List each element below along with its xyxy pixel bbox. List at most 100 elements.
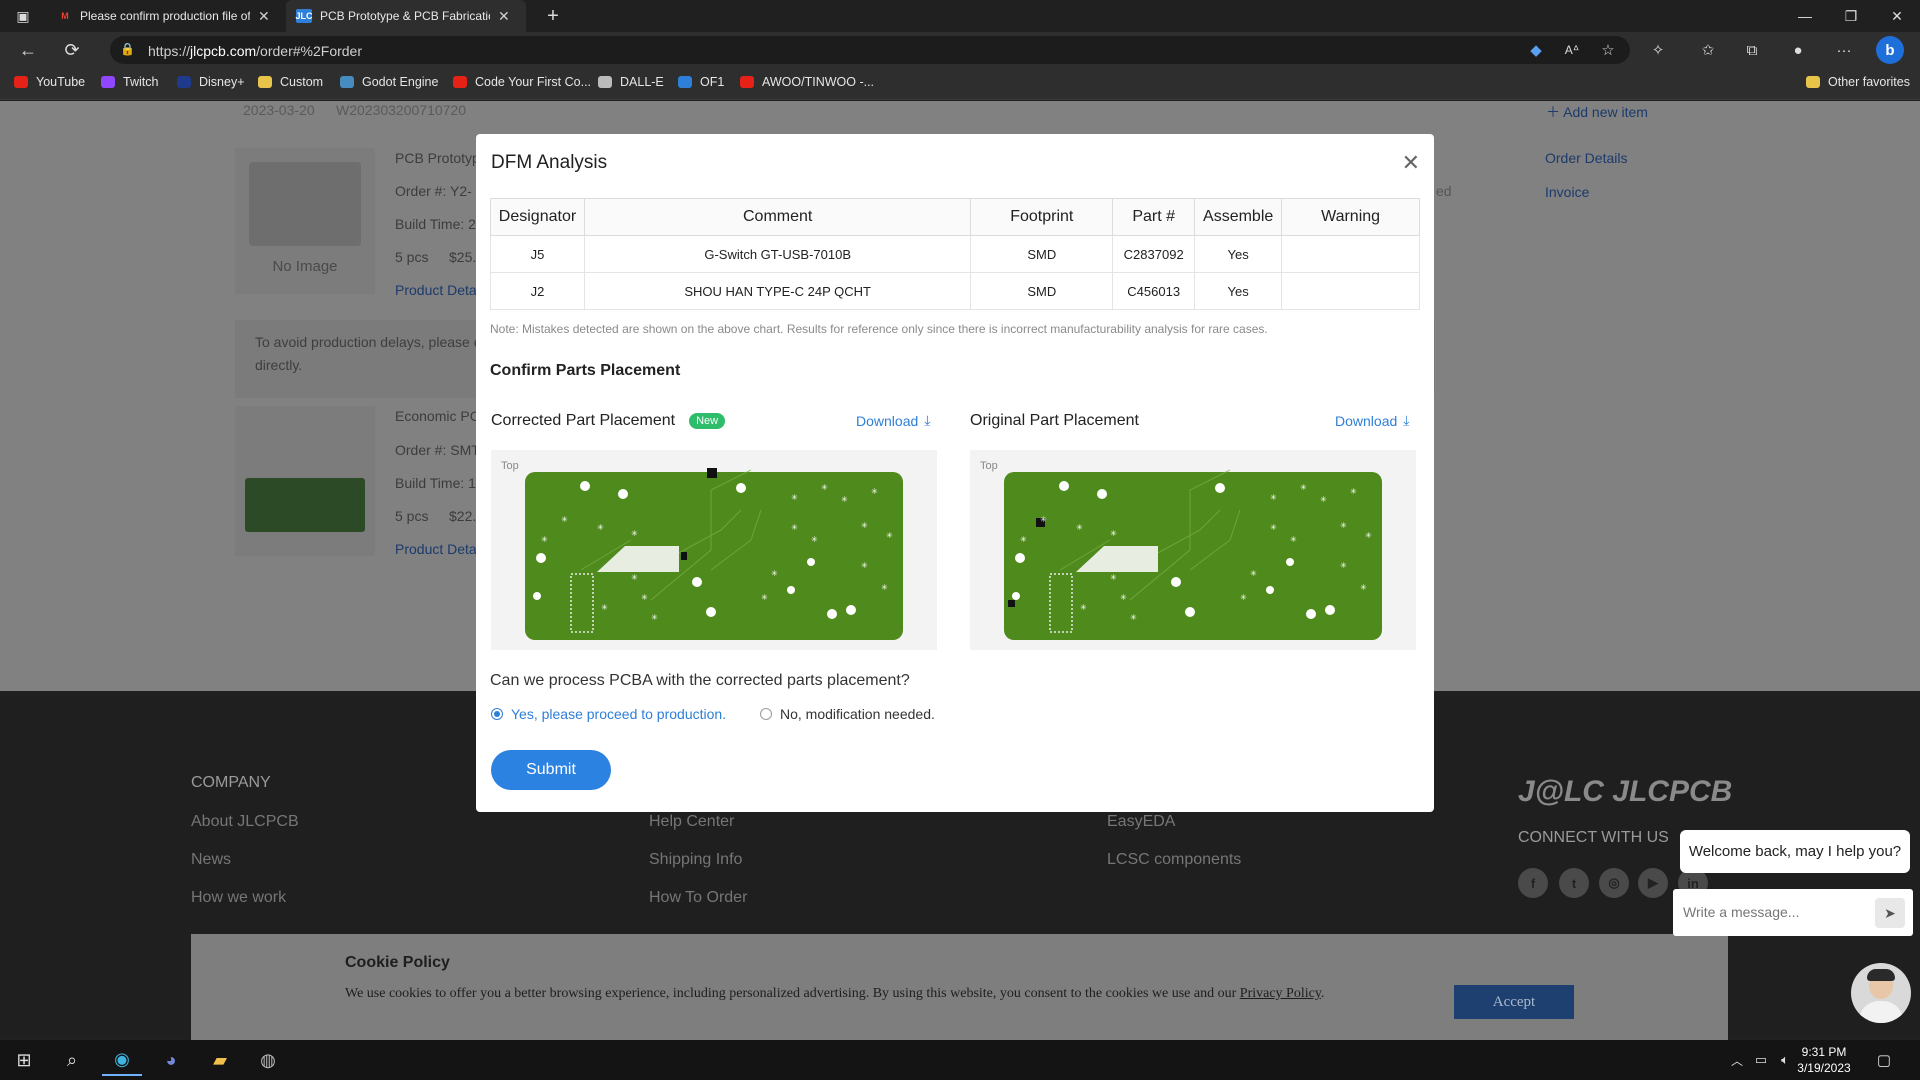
more-icon[interactable]: ··· [1830,36,1858,64]
section-title: Confirm Parts Placement [490,362,681,379]
original-label: Original Part Placement [970,412,1139,429]
footer-link[interactable]: Help Center [649,813,734,831]
product-details-link[interactable]: Product Deta [395,541,477,557]
svg-text:✳: ✳ [1300,483,1307,492]
svg-text:✳: ✳ [821,483,828,492]
svg-text:✳: ✳ [631,529,638,538]
tab-title: PCB Prototype & PCB Fabrication [320,9,490,23]
option-no-label: No, modification needed. [780,706,935,722]
add-new-item-link[interactable]: ＋ Add new item [1546,102,1648,122]
dfm-note: Note: Mistakes detected are shown on the… [490,322,1268,336]
footer-link[interactable]: Shipping Info [649,851,742,869]
network-icon[interactable]: ▭ [1750,1044,1772,1076]
build-time: Build Time: 2 [395,216,476,232]
footer-link[interactable]: EasyEDA [1107,813,1175,831]
pcb-thumbnail [245,478,365,532]
bookmark-dalle[interactable]: DALL-E [598,75,664,89]
tab-actions-icon[interactable]: ▣ [0,0,46,32]
bookmark-label: Godot Engine [362,75,439,89]
bookmark-godot[interactable]: Godot Engine [340,75,438,89]
facebook-icon[interactable]: f [1518,868,1548,898]
chat-message-field[interactable]: Write a message... ➤ [1673,889,1913,936]
refresh-icon[interactable]: ⟳ [58,36,86,64]
quantity: 5 pcs [395,249,429,265]
twitter-icon[interactable]: t [1559,868,1589,898]
bookmark-custom[interactable]: Custom [258,75,323,89]
image-icon [249,162,361,246]
cookie-text: We use cookies to offer you a better bro… [345,986,1325,1001]
close-icon[interactable]: ✕ [1402,150,1420,176]
footer-link[interactable]: How we work [191,889,286,907]
svg-text:✳: ✳ [1320,495,1327,504]
option-yes-radio[interactable]: Yes, please proceed to production. [491,706,726,722]
warning-cell [1281,235,1420,273]
download-corrected-button[interactable]: Download ⤓ [856,412,930,429]
tab-title: Please confirm production file of [80,9,250,23]
jlc-icon: JLC [295,9,313,23]
support-agent-avatar[interactable] [1851,963,1911,1023]
bookmark-youtube[interactable]: YouTube [14,75,85,89]
product-image-placeholder: No Image [235,148,375,294]
search-icon[interactable]: ⌕ [52,1044,92,1076]
discord-icon[interactable]: ◕ [151,1044,191,1076]
option-no-radio[interactable]: No, modification needed. [760,706,935,722]
tab-jlcpcb[interactable]: JLC PCB Prototype & PCB Fabrication ✕ [286,0,526,32]
download-original-button[interactable]: Download ⤓ [1335,412,1409,429]
privacy-policy-link[interactable]: Privacy Policy [1240,986,1321,1001]
bookmark-disney[interactable]: Disney+ [177,75,245,89]
file-explorer-icon[interactable]: ▰ [200,1044,240,1076]
volume-icon[interactable]: 🔈︎ [1774,1044,1796,1076]
footprint-cell: SMD [970,235,1114,273]
back-icon[interactable]: ← [14,36,42,64]
close-tab-icon[interactable]: ✕ [258,8,270,25]
extensions-icon[interactable]: ✧ [1644,36,1672,64]
bookmark-of1[interactable]: OF1 [678,75,724,89]
system-clock[interactable]: 9:31 PM 3/19/2023 [1796,1044,1852,1076]
product-details-link[interactable]: Product Deta [395,282,477,298]
bookmark-awoo[interactable]: AWOO/TINWOO -... [740,75,874,89]
comment-cell: SHOU HAN TYPE-C 24P QCHT [583,272,972,310]
svg-text:✳: ✳ [791,493,798,502]
profile-icon[interactable]: ● [1784,36,1812,64]
read-aloud-icon[interactable]: Aᐞ [1558,36,1586,64]
original-placement-heading: Original Part Placement [970,412,1139,430]
new-tab-icon[interactable]: + [530,0,576,32]
new-badge: New [689,413,726,429]
windows-start-icon[interactable]: ⊞ [4,1044,44,1076]
close-window-icon[interactable]: ✕ [1874,0,1920,32]
footer-link[interactable]: News [191,851,231,869]
add-favorite-icon[interactable]: ☆ [1594,36,1622,64]
svg-text:✳: ✳ [631,573,638,582]
coupon-icon[interactable]: ◆ [1522,36,1550,64]
invoice-link[interactable]: Invoice [1545,184,1589,200]
table-row: J2 SHOU HAN TYPE-C 24P QCHT SMD C456013 … [490,272,1420,310]
bookmark-twitch[interactable]: Twitch [101,75,158,89]
close-tab-icon[interactable]: ✕ [498,8,510,25]
youtube-icon[interactable]: ▶ [1638,868,1668,898]
collections-icon[interactable]: ⧉ [1738,36,1766,64]
url-field[interactable]: 🔒 https://jlcpcb.com/order#%2Forder [110,36,1630,64]
bookmark-code[interactable]: Code Your First Co... [453,75,591,89]
show-hidden-icons-icon[interactable]: ︿ [1726,1044,1748,1076]
footer-link[interactable]: About JLCPCB [191,813,299,831]
bing-icon[interactable]: b [1876,36,1904,64]
tab-gmail[interactable]: M Please confirm production file of ✕ [48,0,284,32]
send-icon[interactable]: ➤ [1875,898,1905,928]
restore-icon[interactable]: ❐ [1828,0,1874,32]
instagram-icon[interactable]: ◎ [1599,868,1629,898]
submit-button[interactable]: Submit [491,750,611,790]
corrected-label: Corrected Part Placement [491,412,676,429]
bookmark-other-favorites[interactable]: Other favorites [1806,75,1910,89]
accept-button[interactable]: Accept [1454,985,1574,1019]
chat-greeting[interactable]: Welcome back, may I help you? [1680,830,1910,873]
favorites-icon[interactable]: ✩ [1694,36,1722,64]
youtube-icon [14,76,28,88]
edge-icon[interactable]: ◉ [102,1044,142,1076]
footer-link[interactable]: How To Order [649,889,747,907]
order-details-link[interactable]: Order Details [1545,150,1627,166]
minimize-icon[interactable]: — [1782,0,1828,32]
chat-placeholder: Write a message... [1683,904,1800,920]
app-icon[interactable]: ◍ [248,1044,288,1076]
notifications-icon[interactable]: ▢ [1864,1044,1904,1076]
footer-link[interactable]: LCSC components [1107,851,1241,869]
